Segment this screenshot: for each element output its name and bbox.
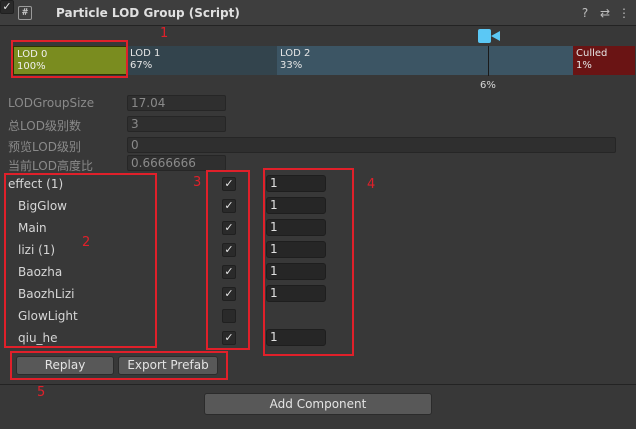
annotation-label-4: 4 — [367, 177, 376, 192]
script-icon: # — [18, 6, 32, 20]
annotation-label-1: 1 — [160, 26, 169, 41]
annotation-box-3 — [206, 170, 250, 350]
divider — [0, 384, 636, 385]
lod-segment-2[interactable]: LOD 2 33% — [277, 46, 573, 75]
annotation-label-5: 5 — [37, 385, 46, 400]
lod-segment-culled-percent: 1% — [576, 60, 592, 71]
lod-segment-1-name: LOD 1 — [130, 48, 161, 59]
lod-segment-culled-name: Culled — [576, 48, 608, 59]
lod-segment-2-name: LOD 2 — [280, 48, 311, 59]
lod-segment-1-percent: 67% — [130, 60, 153, 71]
presets-icon[interactable]: ⇄ — [598, 6, 612, 20]
lod-total-count-field: 3 — [127, 116, 226, 132]
help-icon[interactable]: ? — [578, 6, 592, 20]
preview-lod-level-field: 0 — [127, 137, 616, 153]
lod-segment-culled[interactable]: Culled 1% — [573, 46, 635, 75]
annotation-box-2 — [4, 173, 157, 348]
lod-total-count-label: 总LOD级别数 — [8, 119, 81, 133]
lod-segment-2-percent: 33% — [280, 60, 303, 71]
add-component-button[interactable]: Add Component — [204, 393, 432, 415]
context-menu-icon[interactable]: ⋮ — [617, 6, 631, 20]
annotation-box-5 — [10, 351, 228, 380]
camera-position-label: 6% — [480, 80, 496, 91]
current-lod-height-ratio-field: 0.6666666 — [127, 155, 226, 171]
annotation-box-1 — [11, 40, 128, 78]
component-title: Particle LOD Group (Script) — [56, 6, 240, 20]
annotation-box-4 — [263, 168, 354, 356]
camera-icon[interactable] — [478, 29, 491, 43]
lod-segment-1[interactable]: LOD 1 67% — [127, 46, 277, 75]
lod-group-size-label: LODGroupSize — [8, 96, 95, 110]
current-lod-height-ratio-label: 当前LOD高度比 — [8, 159, 93, 173]
camera-lens-icon — [491, 31, 500, 41]
lod-group-size-field: 17.04 — [127, 95, 226, 111]
annotation-label-3: 3 — [193, 175, 202, 190]
component-enabled-checkbox[interactable]: ✓ — [0, 0, 14, 14]
preview-lod-level-label: 预览LOD级别 — [8, 140, 81, 154]
camera-position-line — [488, 46, 489, 76]
annotation-label-2: 2 — [82, 235, 91, 250]
